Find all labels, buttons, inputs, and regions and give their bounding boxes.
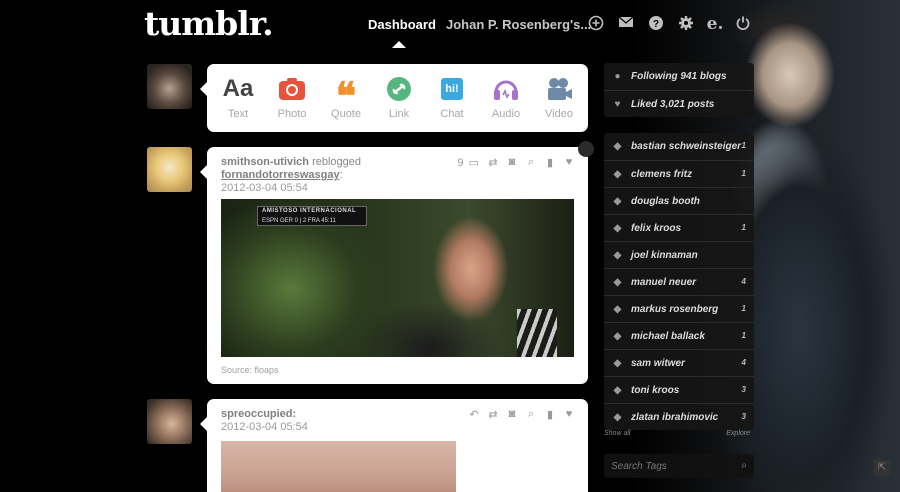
liked-link[interactable]: ♥ Liked 3,021 posts <box>604 90 754 117</box>
active-nav-caret-icon <box>392 41 406 48</box>
post-date: 2012-03-04 05:54 <box>221 182 308 194</box>
reblog-icon[interactable]: ⇄ <box>488 156 498 169</box>
heart-icon[interactable]: ♥ <box>564 156 574 169</box>
post-header: spreoccupied: 2012-03-04 05:54 <box>221 408 308 434</box>
tag-icon: ◆ <box>613 169 622 180</box>
tag-icon: ◆ <box>613 196 622 207</box>
tag-item[interactable]: ◆ sam witwer 4 <box>604 349 754 376</box>
tag-item[interactable]: ◆ felix kroos 1 <box>604 214 754 241</box>
tag-icon: ◆ <box>613 358 622 369</box>
tag-icon: ◆ <box>613 141 622 152</box>
jacket-stripes <box>517 309 557 357</box>
show-all-link[interactable]: Show all <box>604 430 630 437</box>
tag-item[interactable]: ◆ clemens fritz 1 <box>604 160 754 187</box>
quote-icon: ❝ <box>335 73 357 118</box>
chat-icon: hi! <box>427 74 477 104</box>
e-icon[interactable]: e. <box>706 15 724 33</box>
tag-icon: ◆ <box>613 412 622 423</box>
post-author-link[interactable]: smithson-utivich <box>221 156 309 168</box>
post-photo-button[interactable]: Photo <box>267 74 317 120</box>
search-icon[interactable]: ⌕ <box>741 460 747 471</box>
post-card: smithson-utivich reblogged fornandotorre… <box>200 141 594 384</box>
post-quote-button[interactable]: ❝ Quote <box>321 73 371 121</box>
tag-icon: ◆ <box>613 385 622 396</box>
tag-item[interactable]: ◆ bastian schweinsteiger 1 <box>604 133 754 160</box>
post-controls: ↶ ⇄ ◙ ⌕ ▮ ♥ <box>469 408 574 421</box>
camera-icon[interactable]: ◙ <box>507 408 517 421</box>
post-card: spreoccupied: 2012-03-04 05:54 ↶ ⇄ ◙ ⌕ ▮… <box>200 399 588 492</box>
tag-icon: ◆ <box>613 277 622 288</box>
tumblr-logo[interactable]: tumblr. <box>144 4 274 43</box>
heart-icon: ♥ <box>614 99 621 110</box>
reblog-word: reblogged <box>312 156 362 168</box>
tag-icon: ◆ <box>613 331 622 342</box>
post-video-button[interactable]: Video <box>534 74 584 120</box>
mail-icon[interactable] <box>617 15 635 33</box>
post-photo[interactable]: AMISTOSO INTERNACIONAL ESPN GER 0 | 2 FR… <box>221 199 574 357</box>
post-header: smithson-utivich reblogged fornandotorre… <box>221 156 362 194</box>
post-avatar[interactable] <box>147 147 192 192</box>
explore-link[interactable]: Explore <box>726 430 750 437</box>
link-icon <box>374 74 424 104</box>
nav-blog-menu[interactable]: Johan P. Rosenberg's... <box>446 17 591 32</box>
post-photo[interactable] <box>221 441 456 492</box>
tag-item[interactable]: ◆ douglas booth <box>604 187 754 214</box>
share-icon[interactable]: ⇱ <box>874 460 890 476</box>
search-icon[interactable]: ⌕ <box>526 156 536 169</box>
nav-dashboard[interactable]: Dashboard <box>368 17 436 32</box>
post-text-button[interactable]: Aa Text <box>213 74 263 120</box>
tracked-tags: ◆ bastian schweinsteiger 1 ◆ clemens fritz 1… <box>604 133 754 430</box>
post-author-link[interactable]: spreoccupied: <box>221 408 296 420</box>
post-date: 2012-03-04 05:54 <box>221 421 308 433</box>
post-source[interactable]: Source: floaps <box>221 365 279 375</box>
gear-icon[interactable] <box>677 15 695 33</box>
following-link[interactable]: ● Following 941 blogs <box>604 63 754 90</box>
tag-item[interactable]: ◆ joel kinnaman <box>604 241 754 268</box>
reblog-source-link[interactable]: fornandotorreswasgay <box>221 169 340 181</box>
notes-count[interactable]: 9 ▭ <box>456 156 479 169</box>
post-controls: 9 ▭ ⇄ ◙ ⌕ ▮ ♥ <box>456 156 574 169</box>
plus-circle-icon[interactable] <box>587 15 605 33</box>
post-avatar[interactable] <box>147 399 192 444</box>
bookmark-icon[interactable]: ▮ <box>545 408 555 421</box>
video-camera-icon <box>534 74 584 104</box>
headphones-icon <box>481 74 531 104</box>
my-avatar[interactable] <box>147 64 192 109</box>
bookmark-icon[interactable]: ▮ <box>545 156 555 169</box>
tag-item[interactable]: ◆ toni kroos 3 <box>604 376 754 403</box>
text-icon: Aa <box>222 75 254 102</box>
camera-icon <box>267 74 317 104</box>
search-icon[interactable]: ⌕ <box>526 408 536 421</box>
post-chat-button[interactable]: hi! Chat <box>427 74 477 120</box>
tag-item[interactable]: ◆ michael ballack 1 <box>604 322 754 349</box>
sidebar-footer: Show all Explore <box>604 430 754 437</box>
help-icon[interactable]: ? <box>647 15 665 33</box>
svg-text:?: ? <box>653 19 659 30</box>
reply-icon[interactable]: ↶ <box>469 408 479 421</box>
tag-item[interactable]: ◆ zlatan ibrahimovic 3 <box>604 403 754 430</box>
header: tumblr. Dashboard Johan P. Rosenberg's..… <box>0 0 900 52</box>
power-icon[interactable] <box>734 15 752 33</box>
tag-item[interactable]: ◆ markus rosenberg 1 <box>604 295 754 322</box>
tag-icon: ◆ <box>613 250 622 261</box>
post-dismiss-icon[interactable] <box>578 141 594 157</box>
tv-scoreboard: AMISTOSO INTERNACIONAL ESPN GER 0 | 2 FR… <box>257 206 367 226</box>
heart-icon[interactable]: ♥ <box>564 408 574 421</box>
sidebar: ● Following 941 blogs ♥ Liked 3,021 post… <box>604 63 754 442</box>
camera-icon[interactable]: ◙ <box>507 156 517 169</box>
tag-icon: ◆ <box>613 223 622 234</box>
search-tags-input[interactable]: Search Tags ⌕ <box>604 454 754 478</box>
reblog-icon[interactable]: ⇄ <box>488 408 498 421</box>
post-link-button[interactable]: Link <box>374 74 424 120</box>
tag-item[interactable]: ◆ manuel neuer 4 <box>604 268 754 295</box>
tag-icon: ◆ <box>613 304 622 315</box>
sidebar-stats: ● Following 941 blogs ♥ Liked 3,021 post… <box>604 63 754 117</box>
person-icon: ● <box>614 71 621 82</box>
post-audio-button[interactable]: Audio <box>481 74 531 120</box>
post-type-bar: Aa Text Photo ❝ Quote Link hi! Chat Audi… <box>200 64 588 132</box>
